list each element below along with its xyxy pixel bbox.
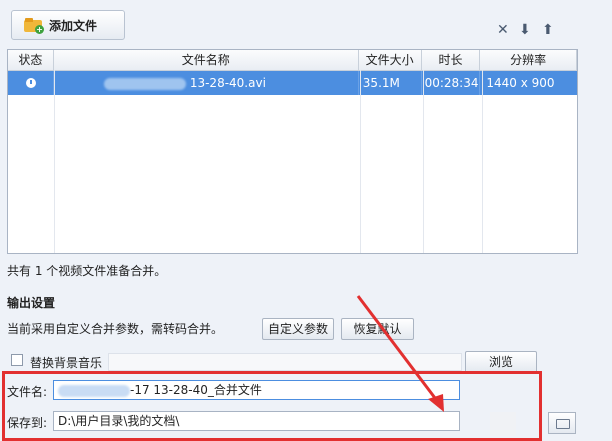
annotation-arrow: [356, 295, 444, 412]
